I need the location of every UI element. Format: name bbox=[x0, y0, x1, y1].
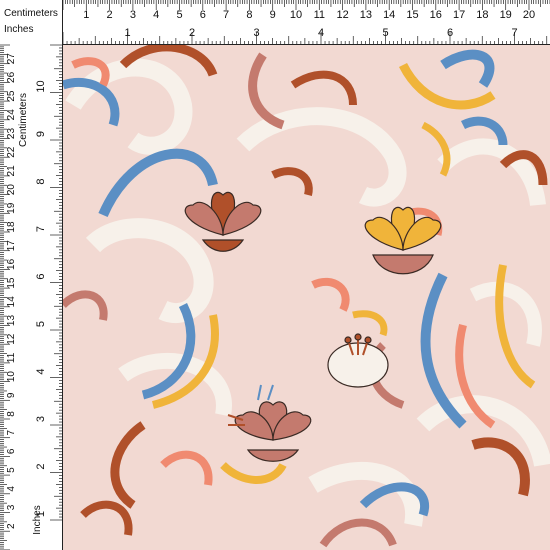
top-ruler: 1 2 3 4 5 6 7 8 9 10 11 12 13 14 15 16 17 18 19 20 1 2 3 4 5 6 7 bbox=[0, 0, 550, 45]
inch-tick-label: 10 bbox=[35, 80, 47, 92]
cm-tick-label: 17 bbox=[453, 9, 465, 21]
blue-swirl bbox=[440, 49, 495, 88]
cm-tick-label: 4 bbox=[153, 9, 159, 21]
inch-tick-label: 7 bbox=[511, 27, 517, 39]
inch-tick-label: 6 bbox=[35, 273, 47, 279]
cream-swirl bbox=[308, 462, 424, 527]
cm-tick-label: 14 bbox=[383, 9, 395, 21]
cm-tick-label: 19 bbox=[6, 202, 17, 214]
cm-tick-label: 5 bbox=[176, 9, 182, 21]
inch-tick-label: 5 bbox=[35, 321, 47, 327]
cm-tick-label: 24 bbox=[6, 109, 17, 121]
cm-tick-label: 13 bbox=[360, 9, 372, 21]
cm-tick-label: 16 bbox=[430, 9, 442, 21]
mustard-swirl bbox=[398, 62, 496, 110]
cm-tick-label: 12 bbox=[336, 9, 348, 21]
cm-tick-label: 12 bbox=[6, 333, 17, 345]
cm-tick-label: 25 bbox=[6, 90, 17, 102]
top-ruler-cm-label: Centimeters bbox=[4, 8, 58, 19]
cm-tick-label: 10 bbox=[6, 371, 17, 383]
cm-tick-label: 8 bbox=[6, 411, 17, 417]
cm-tick-label: 2 bbox=[107, 9, 113, 21]
inch-tick-label: 9 bbox=[35, 131, 47, 137]
cm-tick-label: 16 bbox=[6, 258, 17, 270]
cm-tick-label: 11 bbox=[314, 9, 325, 21]
rust-swirl bbox=[471, 437, 530, 497]
cm-tick-label: 19 bbox=[500, 9, 512, 21]
inch-tick-label: 2 bbox=[189, 27, 195, 39]
cream-swirl bbox=[85, 218, 214, 324]
floral-swirl-pattern bbox=[63, 45, 550, 548]
cm-tick-label: 6 bbox=[200, 9, 206, 21]
left-ruler: 27 26 25 24 23 22 21 20 19 18 17 16 15 14 13 12 11 10 9 8 7 6… bbox=[0, 0, 63, 550]
inch-tick-label: 8 bbox=[35, 178, 47, 184]
mustard-swirl bbox=[352, 310, 388, 337]
cm-tick-label: 17 bbox=[6, 240, 17, 252]
flower-mauve bbox=[227, 384, 312, 462]
cm-tick-label: 3 bbox=[130, 9, 136, 21]
inch-tick-label: 4 bbox=[35, 368, 47, 374]
cm-tick-label: 1 bbox=[83, 9, 89, 21]
inch-tick-label: 2 bbox=[35, 463, 47, 469]
cm-tick-label: 13 bbox=[6, 315, 17, 327]
cm-tick-label: 27 bbox=[6, 53, 17, 65]
cm-tick-label: 26 bbox=[6, 71, 17, 83]
cm-tick-label: 9 bbox=[6, 392, 17, 398]
left-ruler-ticks: 2726252423222120191817161514131211109876… bbox=[0, 44, 62, 550]
cm-tick-label: 2 bbox=[6, 523, 17, 529]
salmon-swirl bbox=[160, 450, 213, 486]
cm-tick-label: 18 bbox=[6, 221, 17, 233]
cm-tick-label: 8 bbox=[246, 9, 252, 21]
ruler-corner: Centimeters Inches bbox=[0, 0, 62, 44]
cm-tick-label: 5 bbox=[6, 467, 17, 473]
mauve-swirl bbox=[319, 518, 397, 548]
cm-tick-label: 6 bbox=[6, 448, 17, 454]
top-ruler-inch-label: Inches bbox=[4, 24, 34, 35]
rust-swirl bbox=[80, 500, 133, 536]
cm-tick-label: 15 bbox=[406, 9, 418, 21]
inch-tick-label: 5 bbox=[382, 27, 388, 39]
cm-tick-label: 15 bbox=[6, 277, 17, 289]
left-ruler-cm-label: Centimeters bbox=[18, 93, 29, 147]
fabric-print bbox=[63, 45, 550, 550]
cm-tick-label: 22 bbox=[6, 146, 17, 158]
cm-tick-label: 9 bbox=[270, 9, 276, 21]
cm-tick-label: 3 bbox=[6, 504, 17, 510]
inch-tick-label: 7 bbox=[35, 226, 47, 232]
cm-tick-label: 18 bbox=[476, 9, 488, 21]
inch-tick-label: 6 bbox=[447, 27, 453, 39]
inch-tick-label: 3 bbox=[253, 27, 259, 39]
cm-tick-label: 7 bbox=[223, 9, 229, 21]
cm-tick-label: 20 bbox=[6, 184, 17, 196]
mauve-swirl bbox=[63, 290, 108, 321]
cm-tick-label: 4 bbox=[6, 486, 17, 492]
cm-tick-label: 20 bbox=[523, 9, 535, 21]
rust-swirl bbox=[290, 70, 357, 106]
cream-swirl bbox=[236, 107, 407, 207]
cm-tick-label: 21 bbox=[6, 165, 17, 177]
rust-swirl bbox=[110, 421, 146, 509]
flower-cream bbox=[327, 333, 389, 388]
mustard-swirl bbox=[421, 121, 451, 177]
top-ruler-ticks: 1 2 3 4 5 6 7 8 9 10 11 12 13 14 15 16 17 18 19 201 2 3 4 5 6 7 bbox=[62, 0, 550, 44]
cm-tick-label: 10 bbox=[290, 9, 302, 21]
cm-tick-label: 14 bbox=[6, 296, 17, 308]
salmon-swirl bbox=[311, 277, 350, 312]
cm-tick-label: 7 bbox=[6, 429, 17, 435]
left-ruler-inch-label: Inches bbox=[32, 505, 43, 534]
mustard-swirl bbox=[220, 462, 287, 484]
inch-tick-label: 1 bbox=[124, 27, 130, 39]
rust-swirl bbox=[271, 167, 313, 196]
inch-tick-label: 4 bbox=[318, 27, 324, 39]
cm-tick-label: 23 bbox=[6, 128, 17, 140]
inch-tick-label: 3 bbox=[35, 416, 47, 422]
flower-mustard bbox=[364, 206, 442, 275]
cm-tick-label: 11 bbox=[6, 352, 17, 363]
